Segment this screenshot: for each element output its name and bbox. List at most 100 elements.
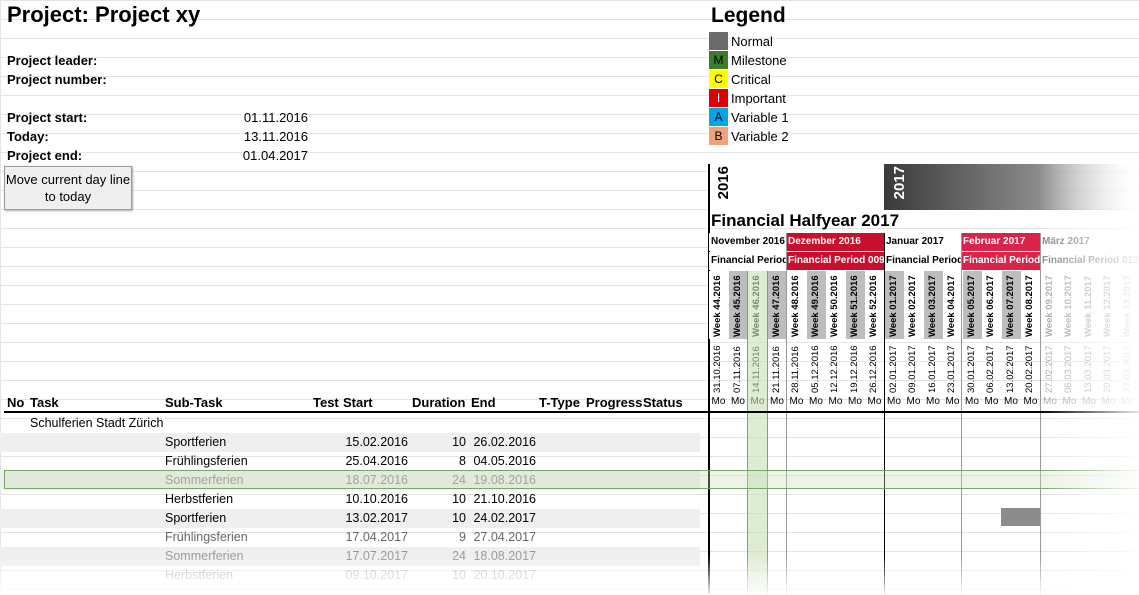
project-start-label: Project start: <box>7 110 88 125</box>
month-divider <box>786 233 787 595</box>
subtask-cell: Herbstferien <box>165 492 234 506</box>
month-divider <box>1040 233 1041 595</box>
day-label: Mo <box>926 396 940 407</box>
week-date-label: 28.11.2016 <box>790 346 801 393</box>
month-divider <box>884 233 885 595</box>
today-column-highlight <box>747 271 768 595</box>
project-end-label: Project end: <box>7 148 83 163</box>
end-cell: 24.02.2017 <box>473 511 536 525</box>
project-leader-label: Project leader: <box>7 53 98 68</box>
end-cell: 18.08.2017 <box>473 549 536 563</box>
legend-label: Variable 1 <box>731 110 789 125</box>
week-date-label: 13.02.2017 <box>1004 345 1016 393</box>
week-label: Week 13.2017 <box>1121 275 1133 337</box>
week-date-label: 27.03.2017 <box>1121 345 1133 393</box>
week-date-label: 13.03.2017 <box>1082 345 1094 393</box>
day-label: Mo <box>965 396 979 407</box>
day-label: Mo <box>1023 396 1038 407</box>
period-cell: Financial Period 0 <box>709 252 786 270</box>
month-january-2017: Januar 2017 <box>884 233 961 251</box>
week-date-label: 19.12.2016 <box>848 345 860 393</box>
project-end-value[interactable]: 01.04.2017 <box>188 148 308 163</box>
day-label: Mo <box>731 396 745 407</box>
table-row[interactable]: Sportferien 13.02.2017 10 24.02.2017 <box>0 509 700 528</box>
end-cell: 26.02.2016 <box>473 435 536 449</box>
duration-cell: 10 <box>452 435 466 449</box>
gantt-bar[interactable] <box>1001 508 1040 526</box>
week-date-label: 02.01.2017 <box>887 345 899 393</box>
day-label: Mo <box>887 396 901 407</box>
week-date-label: 23.01.2017 <box>946 345 957 393</box>
legend-label: Critical <box>731 72 771 87</box>
move-current-day-button[interactable]: Move current day line to today <box>4 166 132 210</box>
table-row[interactable]: Herbstferien 10.10.2016 10 21.10.2016 <box>0 490 700 509</box>
legend-swatch: B <box>709 127 728 145</box>
legend-label: Important <box>731 91 786 106</box>
start-cell: 13.02.2017 <box>345 511 408 525</box>
header-start: Start <box>343 395 373 410</box>
week-date-label: 20.03.2017 <box>1102 345 1113 393</box>
subtask-cell: Sportferien <box>165 435 227 449</box>
period-cell: Financial Period 0 <box>961 252 1040 270</box>
month-march-2017: März 2017 <box>1040 233 1139 251</box>
day-label: Mo <box>1004 396 1018 407</box>
header-status: Status <box>643 395 683 410</box>
subtask-cell: Sportferien <box>165 511 227 525</box>
table-row[interactable]: Herbstferien 09.10.2017 10 20.10.2017 <box>0 566 700 585</box>
day-label: Mo <box>789 396 804 407</box>
group-label[interactable]: Schulferien Stadt Zürich <box>30 416 163 430</box>
selected-row-highlight <box>4 470 1139 489</box>
duration-cell: 8 <box>459 454 466 468</box>
duration-cell: 10 <box>452 492 466 506</box>
week-date-label: 31.10.2016 <box>712 345 723 393</box>
table-row[interactable]: Sommerferien 17.07.2017 24 18.08.2017 <box>0 547 700 566</box>
project-number-label: Project number: <box>7 72 107 87</box>
start-cell: 09.10.2017 <box>345 568 408 582</box>
table-row[interactable]: Sportferien 15.02.2016 10 26.02.2016 <box>0 433 700 452</box>
day-label: Mo <box>1101 396 1116 407</box>
project-title: Project: Project xy <box>7 2 201 27</box>
start-cell: 17.07.2017 <box>345 549 408 563</box>
header-end: End <box>471 395 496 410</box>
end-cell: 21.10.2016 <box>473 492 536 506</box>
header-progress: Progress <box>586 395 643 410</box>
week-date-label: 06.02.2017 <box>985 345 996 393</box>
header-no: No <box>7 395 25 410</box>
subtask-cell: Frühlingsferien <box>165 530 248 544</box>
day-label: Mo <box>1121 396 1135 407</box>
today-label: Today: <box>7 129 49 144</box>
start-cell: 10.10.2016 <box>345 492 408 506</box>
week-date-label: 30.01.2017 <box>965 345 977 393</box>
table-row[interactable]: Frühlingsferien 25.04.2016 8 04.05.2016 <box>0 452 700 471</box>
day-label: Mo <box>848 396 862 407</box>
day-label: Mo <box>984 396 999 407</box>
legend-swatch <box>709 32 728 50</box>
financial-halfyear-label: Financial Halfyear 2017 <box>711 211 900 230</box>
end-cell: 20.10.2017 <box>473 568 536 582</box>
header-subtask: Sub-Task <box>165 395 223 410</box>
today-value[interactable]: 13.11.2016 <box>188 129 308 144</box>
month-divider <box>961 233 962 595</box>
year-2016-block <box>708 164 884 210</box>
start-cell: 15.02.2016 <box>345 435 408 449</box>
period-cell: Financial Period 0 <box>884 252 961 270</box>
header-duration: Duration <box>412 395 466 410</box>
project-start-value[interactable]: 01.11.2016 <box>188 110 308 125</box>
legend-label: Normal <box>731 34 773 49</box>
duration-cell: 10 <box>452 511 466 525</box>
day-label: Mo <box>809 396 823 407</box>
subtask-cell: Herbstferien <box>165 568 234 582</box>
year-2017-block <box>884 164 1139 210</box>
day-label: Mo <box>906 396 921 407</box>
start-cell: 25.04.2016 <box>345 454 408 468</box>
table-row[interactable]: Frühlingsferien 17.04.2017 9 27.04.2017 <box>0 528 700 547</box>
year-2016-label: 2016 <box>715 166 732 200</box>
move-current-day-button-label: Move current day line to today <box>5 172 131 204</box>
subtask-cell: Sommerferien <box>165 549 244 563</box>
end-cell: 27.04.2017 <box>473 530 536 544</box>
subtask-cell: Frühlingsferien <box>165 454 248 468</box>
legend-swatch: A <box>709 108 728 126</box>
duration-cell: 24 <box>452 549 466 563</box>
week-date-label: 27.02.2017 <box>1043 345 1055 393</box>
start-cell: 17.04.2017 <box>345 530 408 544</box>
